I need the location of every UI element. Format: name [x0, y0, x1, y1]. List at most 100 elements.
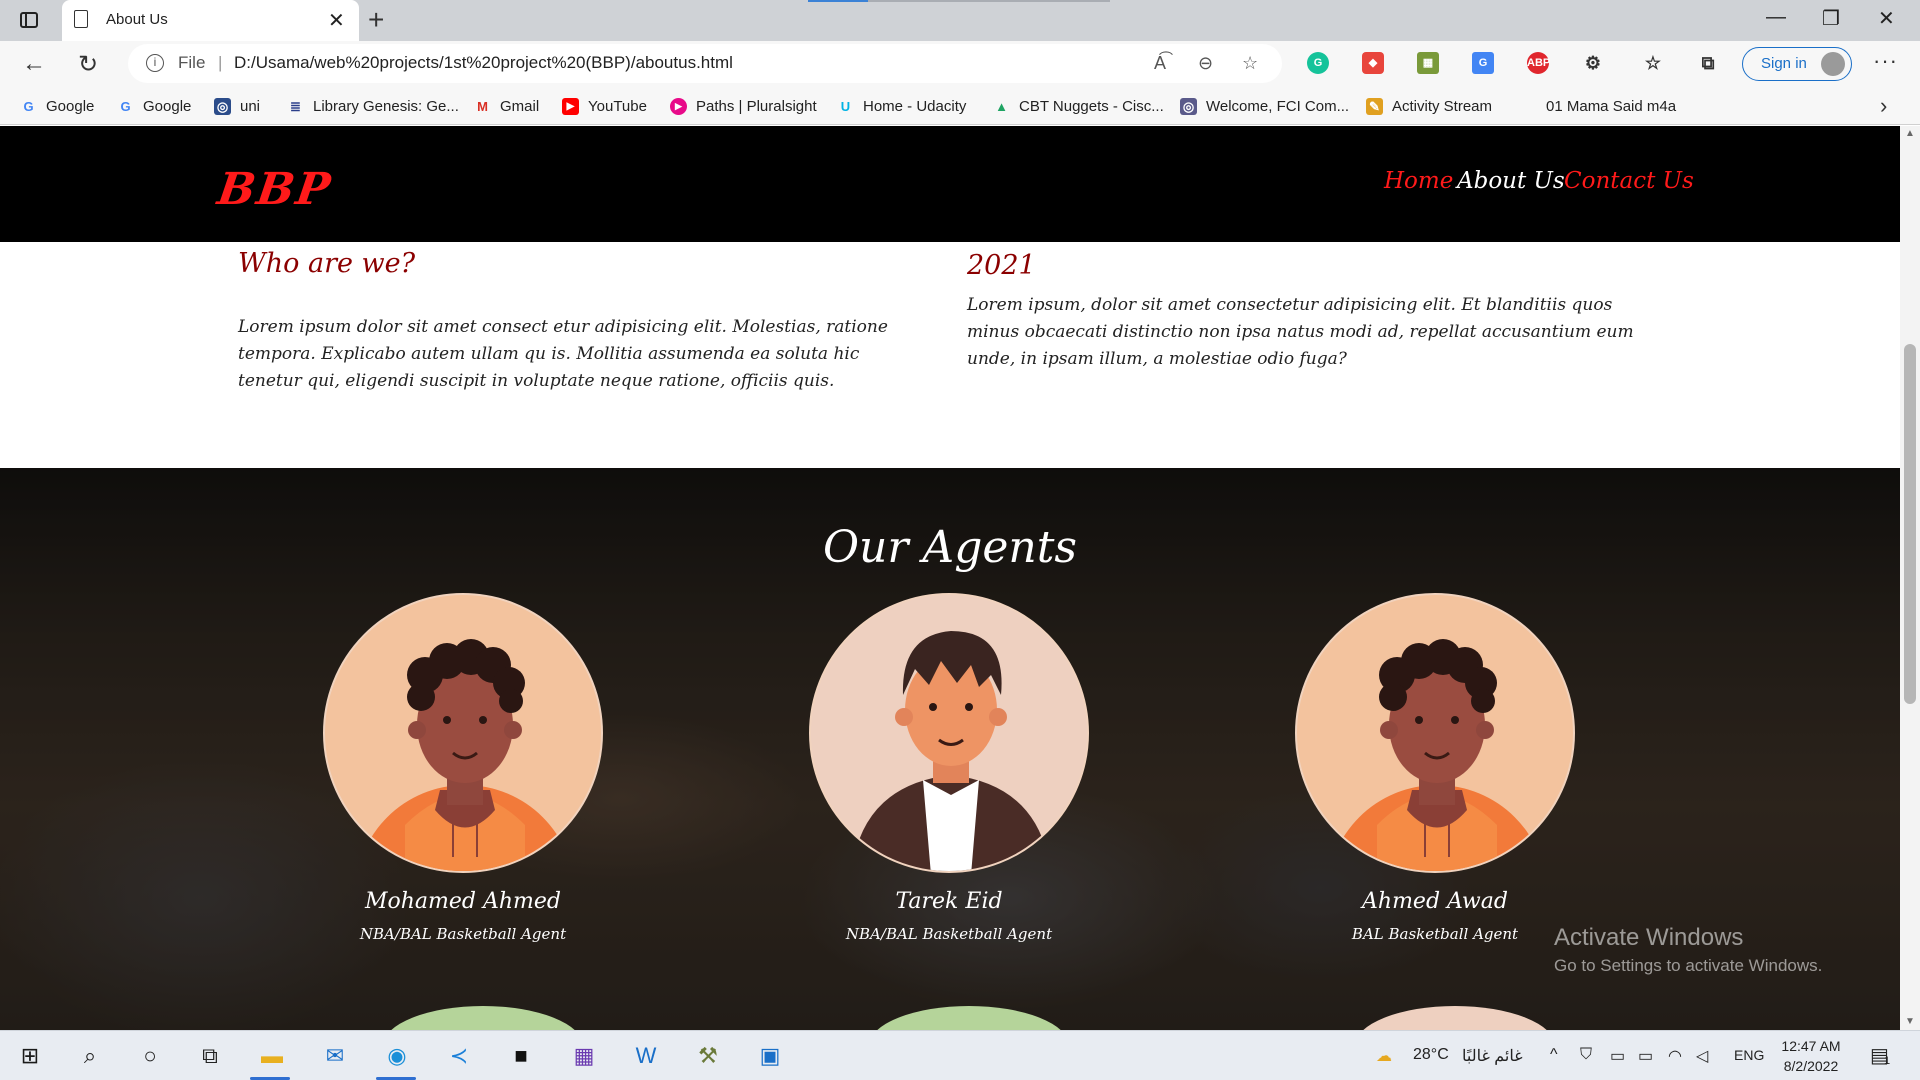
nav-home[interactable]: Home	[1384, 168, 1453, 194]
volume-icon[interactable]: ◁	[1696, 1046, 1708, 1066]
who-are-we-text: Lorem ipsum dolor sit amet consect etur …	[238, 317, 888, 391]
close-tab-icon[interactable]: ✕	[328, 8, 345, 33]
agent-name: Mohamed Ahmed	[364, 889, 562, 914]
new-tab-icon[interactable]: +	[368, 4, 384, 36]
favorite-item[interactable]: 01 Mama Said m4a	[1546, 96, 1676, 116]
sign-in-button[interactable]: Sign in	[1742, 47, 1852, 81]
back-icon[interactable]: ←	[22, 50, 46, 78]
scroll-up-icon[interactable]: ▲	[1905, 128, 1915, 139]
task-view-icon[interactable]: ⧉	[195, 1041, 225, 1071]
security-icon[interactable]: ⛉	[1580, 1046, 1592, 1064]
vscode-icon[interactable]: ≺	[444, 1041, 474, 1071]
year-title: 2021	[967, 250, 1036, 281]
sign-in-label: Sign in	[1761, 55, 1807, 72]
shield-icon[interactable]: ◆	[1362, 52, 1384, 74]
grammarly-icon[interactable]: G	[1307, 52, 1329, 74]
activate-windows-watermark: Activate Windows Go to Settings to activ…	[1554, 924, 1822, 976]
windows-taskbar: ⊞ ⌕ ○ ⧉ ▬ ✉ ◉ ≺ ■ ▦ W ⚒ ▣ ☁ 28°C غائم غا…	[0, 1030, 1920, 1080]
favorite-item[interactable]: U Home - Udacity	[837, 96, 967, 116]
favorites-icon[interactable]: ☆	[1642, 52, 1664, 74]
agent-avatar	[1295, 593, 1575, 873]
refresh-icon[interactable]: ↻	[78, 50, 98, 79]
tool-icon[interactable]: ⚒	[693, 1041, 723, 1071]
favorite-item[interactable]: ✎ Activity Stream	[1366, 96, 1492, 116]
favorite-item[interactable]: ◎ Welcome, FCI Com...	[1180, 96, 1349, 116]
favorite-item[interactable]: ≣ Library Genesis: Ge...	[287, 96, 459, 116]
profile-avatar-icon	[1821, 52, 1845, 76]
favorite-item[interactable]: G Google	[117, 96, 191, 116]
address-bar[interactable]: i File | D:/Usama/web%20projects/1st%20p…	[128, 44, 1282, 83]
collections-icon[interactable]: ⧉	[1697, 52, 1719, 74]
year-text: Lorem ipsum, dolor sit amet consectetur …	[967, 295, 1634, 369]
url-text[interactable]: D:/Usama/web%20projects/1st%20project%20…	[234, 53, 733, 73]
favorite-item[interactable]: ◎ uni	[214, 96, 260, 116]
file-explorer-icon[interactable]: ▬	[257, 1041, 287, 1071]
browser-tab-bar: About Us ✕ + — ❐ ✕	[0, 0, 1920, 41]
store-icon[interactable]: ▣	[755, 1041, 785, 1071]
agent-role: BAL Basketball Agent	[1351, 925, 1519, 943]
chevron-right-icon[interactable]: ›	[1880, 93, 1887, 119]
windows-start-icon[interactable]: ⊞	[15, 1041, 45, 1071]
info-icon[interactable]: i	[146, 54, 164, 72]
site-header: BBP Home About Us Contact Us	[0, 126, 1900, 242]
favorite-item[interactable]: ▲ CBT Nuggets - Cisc...	[993, 96, 1164, 116]
page-scrollbar[interactable]: ▲ ▼	[1900, 126, 1920, 1030]
uni-icon: ◎	[214, 97, 231, 115]
weather-description[interactable]: غائم غالبًا	[1462, 1046, 1523, 1066]
wifi-icon[interactable]: ◠	[1668, 1046, 1682, 1066]
word-icon[interactable]: W	[631, 1041, 661, 1071]
agent-role: NBA/BAL Basketball Agent	[359, 925, 567, 943]
winrar-icon[interactable]: ▦	[569, 1041, 599, 1071]
zoom-icon[interactable]: ⊖	[1198, 53, 1213, 74]
mail-icon[interactable]: ✉	[320, 1041, 350, 1071]
temperature[interactable]: 28°C	[1413, 1046, 1449, 1064]
scroll-down-icon[interactable]: ▼	[1905, 1016, 1915, 1027]
weather-icon[interactable]: ☁	[1376, 1046, 1392, 1066]
scrollbar-thumb[interactable]	[1904, 344, 1916, 704]
site-logo[interactable]: BBP	[214, 164, 335, 215]
clock-time: 12:47 AM	[1781, 1038, 1841, 1054]
favorite-item[interactable]: ▶ Paths | Pluralsight	[670, 96, 817, 116]
watermark-title: Activate Windows	[1554, 924, 1744, 951]
agent-name: Tarek Eid	[895, 889, 1003, 914]
who-are-we-title: Who are we?	[238, 248, 416, 279]
more-menu-icon[interactable]: ···	[1873, 48, 1898, 74]
meet-icon[interactable]: ▭	[1610, 1046, 1625, 1066]
extension-tv-icon[interactable]: ▦	[1417, 52, 1439, 74]
read-aloud-icon[interactable]: A͡	[1154, 53, 1166, 74]
favorite-item[interactable]: G Google	[20, 96, 94, 116]
tab-title: About Us	[106, 11, 168, 28]
google-icon: G	[120, 98, 131, 114]
about-section: Who are we? Lorem ipsum dolor sit amet c…	[0, 242, 1900, 468]
pluralsight-icon: ▶	[670, 97, 687, 115]
translate-icon[interactable]: G	[1472, 52, 1494, 74]
battery-icon[interactable]: ▭	[1638, 1046, 1653, 1066]
url-scheme: File	[178, 53, 206, 72]
language-indicator[interactable]: ENG	[1734, 1047, 1764, 1063]
clock-date: 8/2/2022	[1783, 1058, 1839, 1074]
adblock-icon[interactable]: ABP	[1527, 52, 1550, 74]
extensions-icon[interactable]: ⚙	[1582, 52, 1604, 74]
agents-title: Our Agents	[822, 522, 1077, 573]
address-toolbar: ← ↻ i File | D:/Usama/web%20projects/1st…	[0, 41, 1920, 87]
notification-count: 1	[1884, 1055, 1891, 1067]
restore-icon[interactable]: ❐	[1822, 6, 1840, 31]
cortana-icon[interactable]: ○	[135, 1041, 165, 1071]
google-icon: G	[23, 98, 34, 114]
intellij-icon[interactable]: ■	[506, 1041, 536, 1071]
nav-about-us[interactable]: About Us	[1457, 168, 1565, 194]
nav-contact-us[interactable]: Contact Us	[1564, 168, 1694, 194]
close-window-icon[interactable]: ✕	[1878, 6, 1895, 31]
add-favorite-icon[interactable]: ☆	[1242, 53, 1258, 74]
chevron-up-icon[interactable]: ^	[1550, 1046, 1558, 1064]
tab-actions-icon[interactable]	[18, 9, 42, 31]
search-icon[interactable]: ⌕	[75, 1041, 105, 1071]
edge-icon[interactable]: ◉	[382, 1041, 412, 1071]
favorite-item[interactable]: ▶ YouTube	[562, 96, 647, 116]
browser-tab[interactable]: About Us ✕	[62, 0, 359, 41]
minimize-icon[interactable]: —	[1766, 6, 1786, 29]
favorite-item[interactable]: M Gmail	[474, 96, 539, 116]
curly-hair-person-icon	[1329, 639, 1545, 871]
jacket-person-icon	[851, 631, 1051, 871]
clock[interactable]: 12:47 AM 8/2/2022	[1776, 1036, 1846, 1076]
